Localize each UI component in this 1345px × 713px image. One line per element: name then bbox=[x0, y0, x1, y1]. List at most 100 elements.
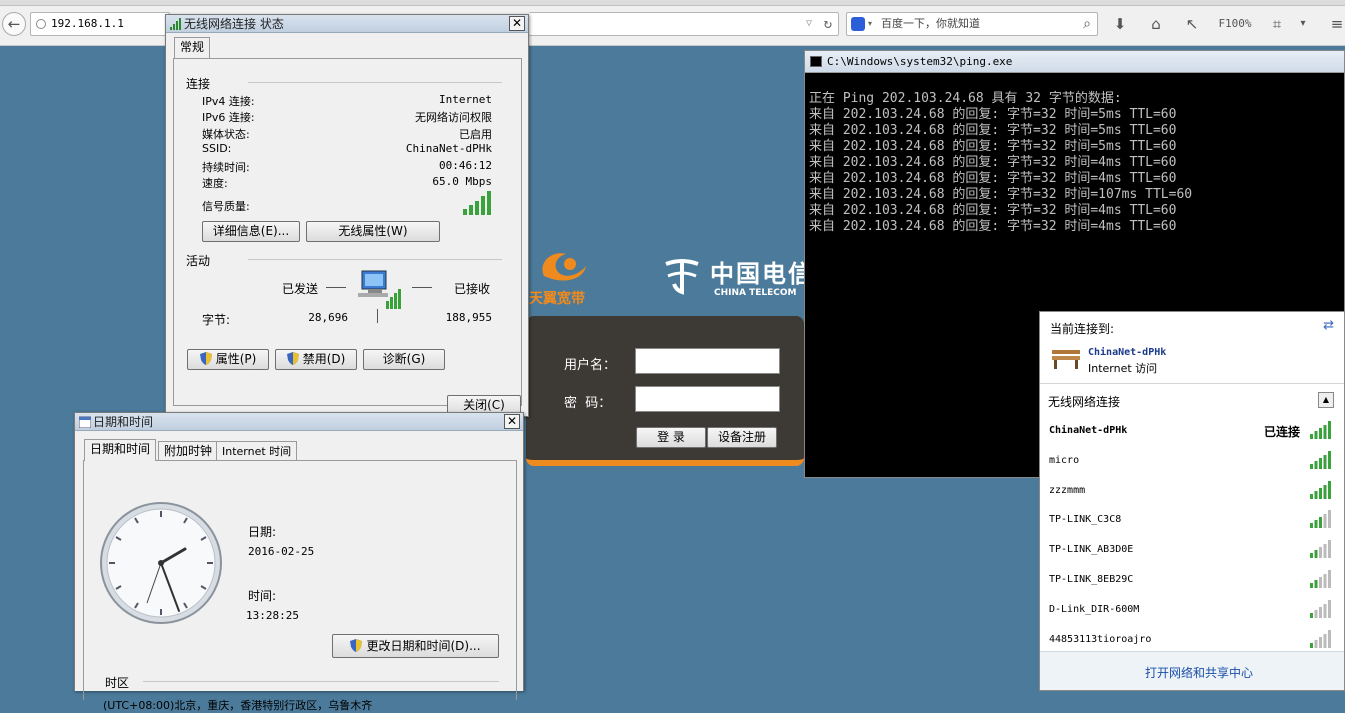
current-network-name[interactable]: ChinaNet-dPHk bbox=[1088, 347, 1166, 358]
tab-strip bbox=[0, 0, 1345, 6]
divider bbox=[412, 287, 432, 288]
home-icon[interactable]: ⌂ bbox=[1145, 13, 1167, 35]
wifi-network-popup: 当前连接到: ⇄ ChinaNet-dPHk Internet 访问 无线网络连… bbox=[1039, 311, 1345, 691]
row-value-duration: 00:46:12 bbox=[439, 159, 492, 172]
search-input[interactable]: ▾ 百度一下，你就知道 ⌕ bbox=[846, 12, 1098, 36]
row-value-ipv6: 无网络访问权限 bbox=[415, 111, 492, 124]
address-bar-extension[interactable]: ▽ ↻ bbox=[529, 12, 839, 36]
refresh-icon[interactable]: ⇄ bbox=[1323, 318, 1334, 333]
signal-icon bbox=[170, 18, 181, 30]
address-bar[interactable]: 192.168.1.1 bbox=[30, 12, 170, 36]
change-datetime-button[interactable]: 更改日期和时间(D)... bbox=[332, 634, 499, 658]
list-item[interactable]: TP-LINK_8EB29C bbox=[1040, 566, 1344, 595]
telecom-cn-name: 中国电信 bbox=[710, 260, 804, 288]
network-name: TP-LINK_AB3D0E bbox=[1049, 544, 1134, 555]
network-name: ChinaNet-dPHk bbox=[1049, 425, 1128, 436]
console-line: 来自 202.103.24.68 的回复: 字节=32 时间=4ms TTL=6… bbox=[809, 155, 1177, 170]
baidu-paw-icon bbox=[851, 17, 865, 31]
menu-icon[interactable]: ≡ bbox=[1326, 13, 1345, 35]
signal-strength-icon bbox=[1310, 451, 1331, 469]
divider bbox=[1040, 383, 1344, 384]
row-value-ssid: ChinaNet-dPHk bbox=[405, 142, 492, 155]
bytes-sent: 28,696 bbox=[308, 311, 348, 324]
close-icon[interactable]: ✕ bbox=[509, 16, 525, 31]
engine-dropdown-icon[interactable]: ▾ bbox=[868, 13, 872, 35]
current-connection-label: 当前连接到: bbox=[1050, 322, 1115, 336]
list-item[interactable]: TP-LINK_AB3D0E bbox=[1040, 536, 1344, 565]
signal-quality-label: 信号质量: bbox=[202, 200, 250, 213]
park-bench-icon bbox=[1052, 350, 1080, 369]
password-label: 密 码： bbox=[564, 396, 612, 411]
collapse-icon[interactable]: ▲ bbox=[1318, 392, 1334, 408]
console-titlebar: C:\Windows\system32\ping.exe bbox=[805, 51, 1344, 73]
timezone-value: (UTC+08:00)北京，重庆，香港特别行政区，乌鲁木齐 bbox=[103, 699, 373, 712]
row-value-ipv4: Internet bbox=[439, 93, 492, 106]
signal-strength-icon bbox=[1310, 510, 1331, 528]
list-item[interactable]: D-Link_DIR-600M bbox=[1040, 596, 1344, 625]
network-name: zzzmmm bbox=[1049, 485, 1086, 496]
list-item[interactable]: micro bbox=[1040, 447, 1344, 476]
network-sharing-center-link[interactable]: 打开网络和共享中心 bbox=[1145, 664, 1253, 681]
row-value-speed: 65.0 Mbps bbox=[432, 175, 492, 188]
tab-date-time[interactable]: 日期和时间 bbox=[84, 439, 157, 461]
row-label-speed: 速度: bbox=[202, 177, 228, 190]
analog-clock-icon bbox=[100, 502, 222, 624]
address-text: 192.168.1.1 bbox=[51, 17, 124, 30]
calendar-clock-icon bbox=[79, 416, 91, 428]
signal-strength-icon bbox=[1310, 630, 1331, 648]
back-button[interactable]: ← bbox=[2, 12, 26, 36]
details-button[interactable]: 详细信息(E)... bbox=[202, 221, 300, 242]
china-telecom-logo-icon bbox=[662, 254, 702, 296]
divider bbox=[143, 681, 499, 682]
username-label: 用户名： bbox=[564, 358, 617, 373]
shield-icon bbox=[199, 352, 212, 365]
list-item[interactable]: 44853113tioroajro bbox=[1040, 626, 1344, 651]
list-item-connected[interactable]: ChinaNet-dPHk 已连接 bbox=[1040, 417, 1344, 446]
cursor-icon[interactable]: ↖ bbox=[1181, 13, 1203, 35]
tab-additional-clocks[interactable]: 附加时钟 bbox=[158, 441, 219, 461]
divider bbox=[248, 259, 502, 260]
console-title: C:\Windows\system32\ping.exe bbox=[827, 55, 1013, 68]
disable-label: 禁用(D) bbox=[302, 352, 346, 366]
network-name: D-Link_DIR-600M bbox=[1049, 604, 1140, 615]
network-name: TP-LINK_C3C8 bbox=[1049, 514, 1122, 525]
login-button[interactable]: 登 录 bbox=[636, 427, 706, 448]
section-connection: 连接 bbox=[186, 77, 211, 91]
dropdown-arrow-icon[interactable]: ▽ bbox=[806, 13, 812, 35]
search-placeholder: 百度一下，你就知道 bbox=[881, 17, 980, 30]
list-item[interactable]: zzzmmm bbox=[1040, 477, 1344, 506]
console-line: 来自 202.103.24.68 的回复: 字节=32 时间=107ms TTL… bbox=[809, 187, 1193, 202]
network-computers-icon bbox=[358, 270, 401, 309]
search-icon[interactable]: ⌕ bbox=[1083, 13, 1091, 35]
date-value: 2016-02-25 bbox=[248, 545, 315, 558]
diagnose-button[interactable]: 诊断(G) bbox=[363, 349, 445, 370]
row-label-duration: 持续时间: bbox=[202, 161, 250, 174]
download-icon[interactable]: ⬇ bbox=[1109, 13, 1131, 35]
tab-internet-time[interactable]: Internet 时间 bbox=[216, 441, 298, 461]
zoom-level[interactable]: F100% bbox=[1212, 13, 1258, 35]
row-label-ipv4: IPv4 连接: bbox=[202, 95, 255, 108]
disable-button[interactable]: 禁用(D) bbox=[275, 349, 357, 370]
timezone-label: 时区 bbox=[105, 676, 130, 690]
row-label-ipv6: IPv6 连接: bbox=[202, 111, 255, 124]
globe-icon bbox=[36, 19, 46, 29]
console-line: 正在 Ping 202.103.24.68 具有 32 字节的数据: bbox=[809, 91, 1122, 106]
network-name: TP-LINK_8EB29C bbox=[1049, 574, 1134, 585]
row-label-media: 媒体状态: bbox=[202, 128, 250, 141]
reload-icon[interactable]: ↻ bbox=[824, 13, 832, 35]
brand-text: 天翼宽带 bbox=[529, 291, 585, 307]
time-value: 13:28:25 bbox=[246, 609, 299, 622]
close-icon[interactable]: ✕ bbox=[504, 414, 520, 429]
console-line: 来自 202.103.24.68 的回复: 字节=32 时间=4ms TTL=6… bbox=[809, 219, 1177, 234]
divider bbox=[248, 82, 502, 83]
toolbar-dropdown-icon[interactable]: ▾ bbox=[1292, 13, 1314, 35]
properties-button[interactable]: 属性(P) bbox=[187, 349, 269, 370]
password-input[interactable] bbox=[635, 386, 780, 412]
wireless-properties-button[interactable]: 无线属性(W) bbox=[306, 221, 440, 242]
tab-general[interactable]: 常规 bbox=[174, 37, 211, 58]
signal-strength-icon bbox=[463, 191, 491, 215]
crop-icon[interactable]: ⌗ bbox=[1266, 13, 1288, 35]
register-button[interactable]: 设备注册 bbox=[707, 427, 777, 448]
list-item[interactable]: TP-LINK_C3C8 bbox=[1040, 506, 1344, 535]
username-input[interactable] bbox=[635, 348, 780, 374]
